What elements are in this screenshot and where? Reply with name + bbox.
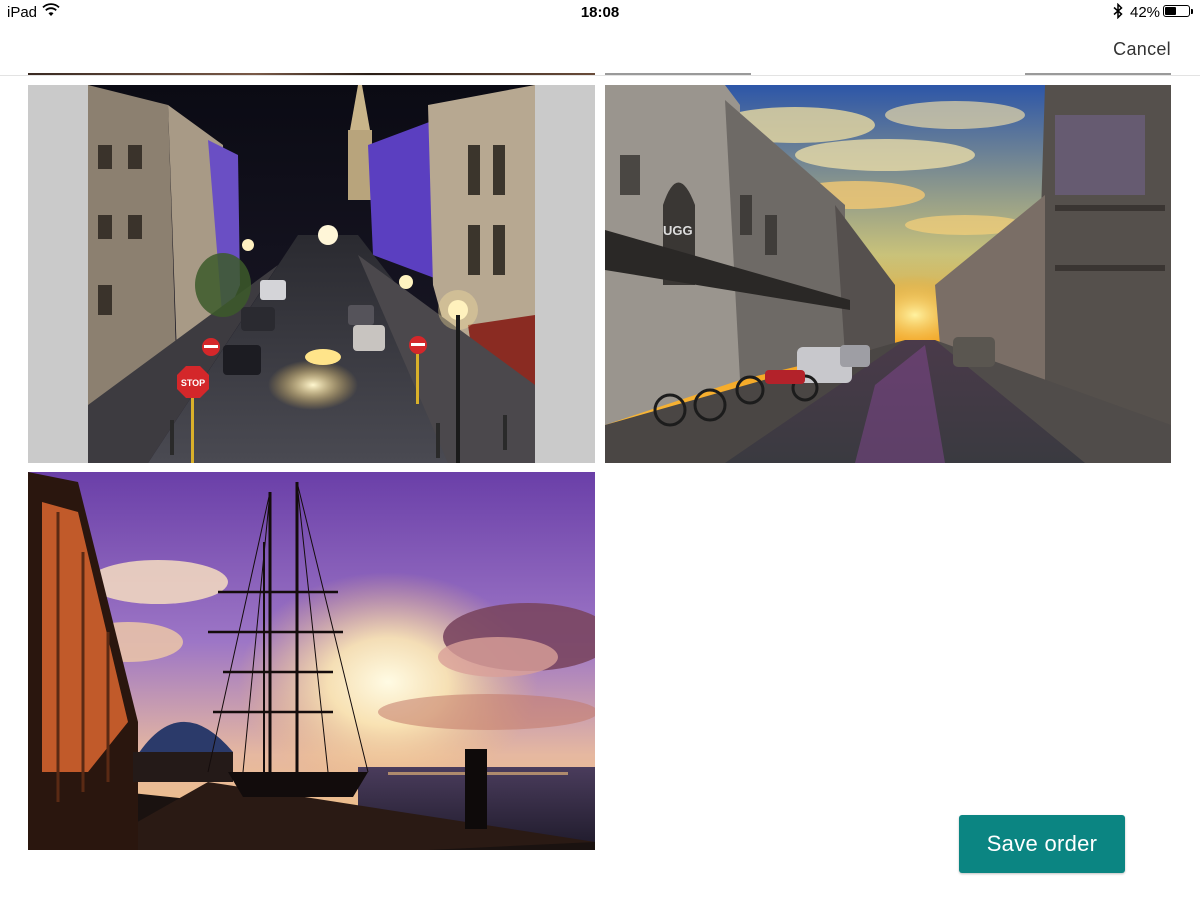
photo-tile-sunset-street[interactable]: UGG: [605, 85, 1171, 463]
sunset-street-photo: UGG: [605, 85, 1171, 463]
bluetooth-icon: [1113, 3, 1123, 19]
nav-divider: [0, 75, 1200, 76]
battery-percentage: 42%: [1130, 4, 1161, 21]
clock: 18:08: [580, 4, 620, 21]
battery-tip: [1191, 9, 1193, 14]
status-bar: iPad 18:08 42%: [0, 0, 1200, 24]
photo-tile-night-street[interactable]: STOP: [28, 85, 595, 463]
save-order-button[interactable]: Save order: [959, 815, 1125, 873]
battery-icon: [1163, 5, 1190, 17]
shop-sign-text: UGG: [663, 223, 693, 238]
stop-sign-text: STOP: [181, 378, 205, 388]
battery-level-fill: [1165, 7, 1176, 15]
tall-ship-photo: [28, 472, 595, 850]
night-street-photo: STOP: [28, 85, 595, 463]
cancel-button[interactable]: Cancel: [1113, 39, 1171, 60]
photo-tile-tall-ship[interactable]: [28, 472, 595, 850]
